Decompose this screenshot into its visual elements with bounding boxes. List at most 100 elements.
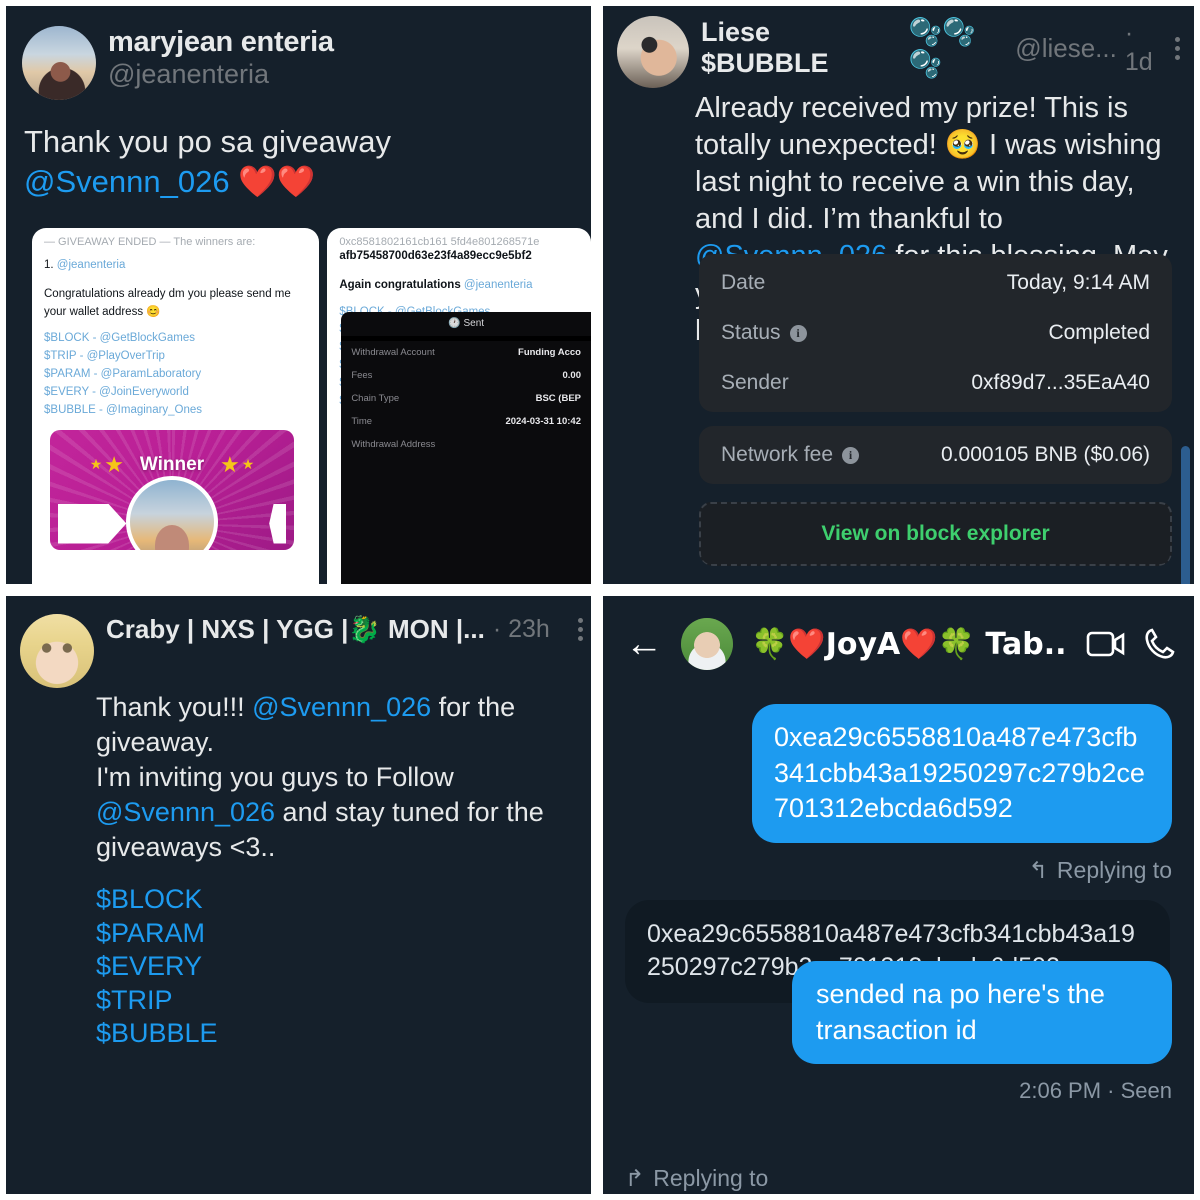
vertical-scrollbar[interactable] [1181, 446, 1190, 584]
ticker-item[interactable]: $EVERY - @JoinEveryworld [44, 384, 307, 402]
transaction-card: Date Today, 9:14 AM Status i Completed S… [699, 254, 1172, 566]
avatar[interactable] [617, 16, 689, 88]
message-timestamp: 2:06 PM · Seen [1019, 1078, 1172, 1104]
timestamp: · 1d [1124, 19, 1153, 76]
withdrawal-row: Fees 0.00 [341, 364, 591, 387]
ticker-item[interactable]: $PARAM [96, 917, 591, 950]
tweet-collage: maryjean enteria @jeanenteria Thank you … [0, 0, 1200, 1200]
giveaway-ended-header: — GIVEAWAY ENDED — The winners are: [44, 236, 256, 248]
row-value: 2024-03-31 10:42 [505, 416, 581, 427]
ticker-item[interactable]: $BUBBLE - @Imaginary_Ones [44, 402, 307, 420]
hash-line-1: 0xc8581802161cb161 5fd4e801268571e [339, 236, 540, 248]
media-screenshot-right[interactable]: 0xc8581802161cb161 5fd4e801268571e afb75… [327, 228, 591, 584]
avatar[interactable] [681, 618, 733, 670]
transaction-details: Date Today, 9:14 AM Status i Completed S… [699, 254, 1172, 412]
message-list: 0xea29c6558810a487e473cfb341cbb43a192502… [603, 670, 1194, 1104]
tx-row-date: Date Today, 9:14 AM [699, 258, 1172, 308]
tweet-header: Craby | NXS | YGG |🐉 MON |... · 23h [6, 596, 591, 688]
more-options-icon[interactable] [1175, 36, 1180, 60]
voice-call-icon[interactable] [1142, 626, 1178, 662]
reply-arrow-icon: ↰ [1028, 856, 1048, 883]
mention-link[interactable]: @Svennn_026 [24, 164, 230, 199]
video-call-icon[interactable] [1086, 628, 1126, 660]
row-key: Withdrawal Address [351, 439, 436, 450]
avatar[interactable] [20, 614, 94, 688]
panel-tweet-liese: Liese $BUBBLE 🫧🫧🫧 @liese... · 1d Already… [597, 0, 1200, 590]
tweet-text-line2: I'm inviting you guys to Follow [96, 762, 454, 793]
user-handle[interactable]: @liese... [1015, 33, 1117, 64]
back-arrow-icon[interactable]: ← [625, 625, 663, 663]
again-handle[interactable]: @jeanenteria [464, 279, 533, 291]
tweet-header: maryjean enteria @jeanenteria [6, 6, 591, 100]
more-options-icon[interactable] [578, 618, 583, 641]
row-key: Time [351, 416, 373, 427]
avatar[interactable] [22, 26, 96, 100]
tweet-text-part1: Thank you!!! [96, 692, 253, 722]
replying-to-label: Replying to [1056, 856, 1172, 883]
name-row: Liese $BUBBLE 🫧🫧🫧 @liese... · 1d [701, 16, 1180, 80]
ticker-item[interactable]: $PARAM - @ParamLaboratory [44, 366, 307, 384]
withdrawal-row: Withdrawal Account Funding Acco [341, 341, 591, 364]
row-value: Funding Acco [518, 347, 581, 358]
winner-card: ★ ★ ★ ★ Winner [50, 429, 294, 550]
view-on-block-explorer-button[interactable]: View on block explorer [699, 502, 1172, 566]
tweet-line-1: Thank you po sa giveaway [24, 124, 392, 159]
winner-handle[interactable]: @jeanenteria [57, 259, 126, 271]
winner-number: 1. [44, 259, 54, 271]
user-handle[interactable]: @jeanenteria [108, 59, 334, 90]
ticker-item[interactable]: $TRIP - @PlayOverTrip [44, 348, 307, 366]
name-row: Craby | NXS | YGG |🐉 MON |... · 23h [106, 614, 591, 645]
withdrawal-row: Time 2024-03-31 10:42 [341, 410, 591, 433]
replying-to-indicator-bottom: ↱ Replying to [625, 1165, 768, 1192]
tweet-media[interactable]: — GIVEAWAY ENDED — The winners are: 1. @… [32, 228, 591, 584]
row-value: Today, 9:14 AM [1006, 271, 1150, 294]
tweet-header: Liese $BUBBLE 🫧🫧🫧 @liese... · 1d [603, 6, 1194, 88]
withdrawal-row: Chain Type BSC (BEP [341, 387, 591, 410]
bubble-emoji: 🫧🫧🫧 [908, 17, 976, 80]
clock-icon: 🕐 [448, 318, 461, 329]
congrats-text: Congratulations already dm you please se… [44, 287, 291, 318]
row-key: Fees [351, 370, 373, 381]
tx-row-sender: Sender 0xf89d7...35EaA40 [699, 358, 1172, 408]
row-key: Network fee [721, 443, 834, 466]
row-value: BSC (BEP [535, 393, 581, 404]
mention-link[interactable]: @Svennn_026 [252, 692, 431, 722]
ticker-list: $BLOCK $PARAM $EVERY $TRIP $BUBBLE [6, 865, 591, 1050]
network-fee-block: Network fee i 0.000105 BNB ($0.06) [699, 426, 1172, 484]
winner-label: Winner [139, 453, 205, 475]
tx-row-status: Status i Completed [699, 308, 1172, 358]
ticker-item[interactable]: $BLOCK - @GetBlockGames [44, 330, 307, 348]
heart-emoji: ❤️❤️ [238, 163, 316, 200]
ticker-item[interactable]: $TRIP [96, 984, 591, 1017]
info-icon[interactable]: i [842, 446, 860, 464]
message-bubble-outgoing[interactable]: 0xea29c6558810a487e473cfb341cbb43a192502… [752, 704, 1172, 843]
row-key: Date [721, 271, 766, 294]
info-icon[interactable]: i [789, 324, 807, 342]
replying-to-indicator: ↰ Replying to [1029, 857, 1172, 884]
mention-link[interactable]: @Svennn_026 [96, 797, 275, 827]
row-value[interactable]: 0xf89d7...35EaA40 [971, 371, 1150, 395]
dm-actions [1086, 626, 1178, 662]
display-name: Liese $BUBBLE [701, 17, 829, 78]
message-bubble-outgoing[interactable]: sended na po here's the transaction id [792, 960, 1172, 1065]
hash-line-2: afb75458700d63e23f4a89ecc9e5bf2 [339, 250, 532, 262]
tweet-text: Thank you!!! @Svennn_026 for the giveawa… [6, 690, 591, 865]
replying-to-label: Replying to [653, 1165, 769, 1191]
contact-name[interactable]: 🍀❤️JoyA❤️🍀 Tab... [751, 627, 1068, 662]
ticker-item[interactable]: $BLOCK [96, 883, 591, 916]
ticker-item[interactable]: $EVERY [96, 950, 591, 983]
tweet-text-part1: Already received my prize! This is total… [695, 92, 1162, 236]
withdrawal-status: 🕐 Sent [341, 312, 591, 336]
row-value: 0.00 [562, 370, 582, 381]
row-key: Status [721, 321, 781, 344]
row-value: 0.000105 BNB ($0.06) [941, 443, 1150, 466]
media-screenshot-left[interactable]: — GIVEAWAY ENDED — The winners are: 1. @… [32, 228, 320, 584]
tweet-text: Thank you po sa giveaway @Svennn_026 ❤️❤… [6, 100, 591, 202]
ticker-item[interactable]: $BUBBLE [96, 1017, 591, 1050]
row-key: Withdrawal Account [351, 347, 435, 358]
row-key: Sender [721, 371, 789, 394]
panel-tweet-maryjean: maryjean enteria @jeanenteria Thank you … [0, 0, 597, 590]
again-congrats: Again congratulations [339, 278, 461, 291]
sent-label: Sent [463, 318, 485, 329]
reply-arrow-icon: ↱ [625, 1165, 645, 1191]
